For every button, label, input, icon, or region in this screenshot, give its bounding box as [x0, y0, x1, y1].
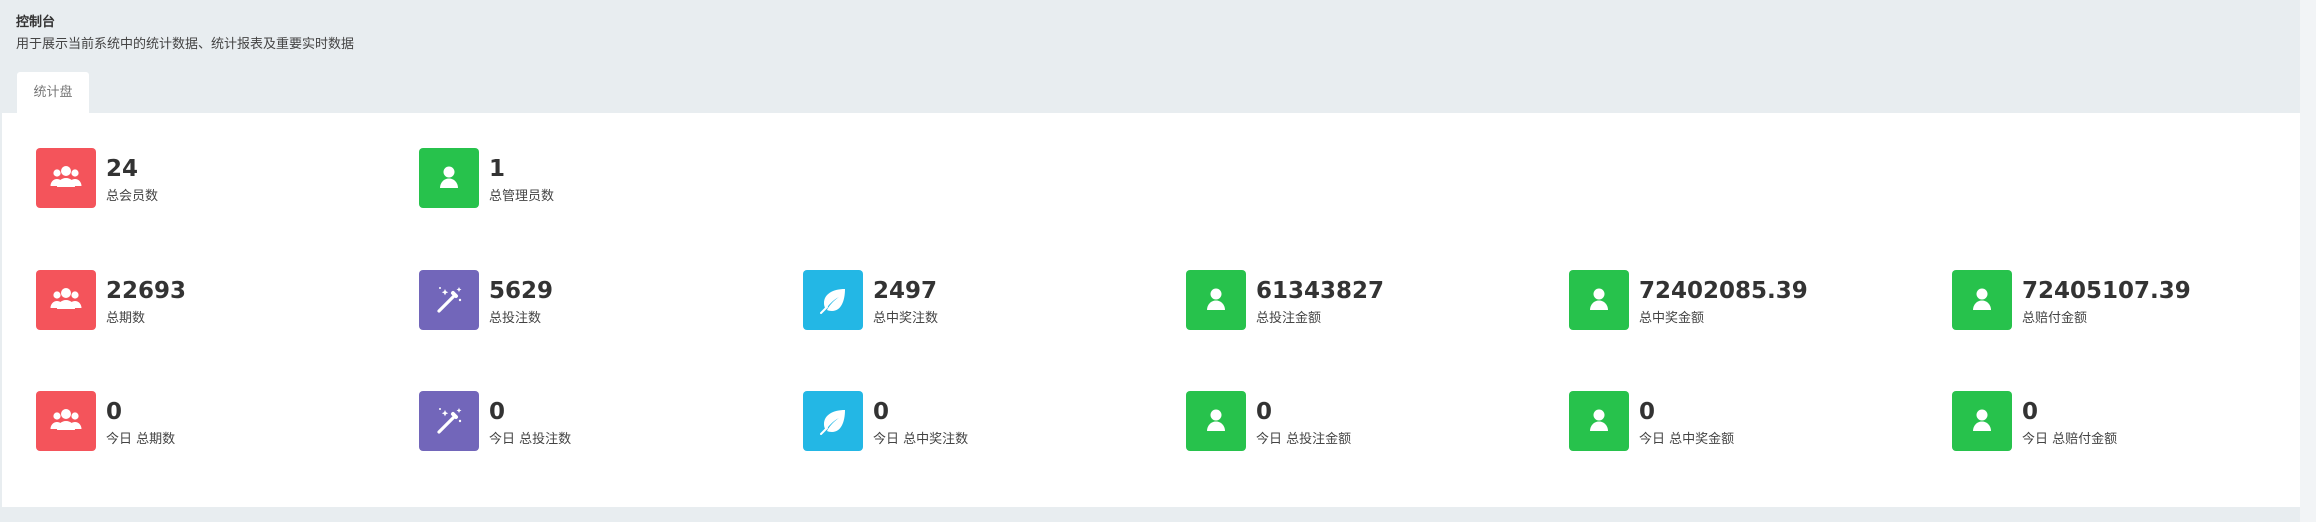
magic-wand-icon [437, 287, 462, 313]
stat-value: 0 [489, 399, 506, 425]
stat-value: 61343827 [1256, 278, 1385, 304]
stat-label: 今日 总赔付金额 [2022, 432, 2118, 447]
stat-value: 0 [873, 399, 890, 425]
stat-label: 总会员数 [106, 189, 159, 204]
stat-icon-box [1186, 270, 1246, 330]
stat-value: 22693 [106, 278, 187, 304]
user-icon [440, 166, 458, 188]
stat-icon-box [1186, 391, 1246, 451]
stat-icon-box [1952, 391, 2012, 451]
stat-icon-box [419, 391, 479, 451]
stat-value: 0 [106, 399, 123, 425]
page-title: 控制台 [16, 15, 56, 30]
users-icon [50, 166, 82, 187]
users-icon [50, 409, 82, 430]
leaf-icon [820, 410, 845, 435]
stat-icon-box [419, 148, 479, 208]
stat-label: 今日 总中奖注数 [873, 432, 969, 447]
user-icon [1590, 288, 1608, 310]
stat-label: 总赔付金额 [2022, 311, 2088, 326]
user-icon [1590, 409, 1608, 431]
stat-value: 1 [489, 156, 506, 182]
stat-value: 2497 [873, 278, 938, 304]
page-header: 控制台 用于展示当前系统中的统计数据、统计报表及重要实时数据 [16, 14, 354, 54]
user-icon [1973, 409, 1991, 431]
stat-label: 今日 总中奖金额 [1639, 432, 1735, 447]
stat-icon-box [36, 391, 96, 451]
stat-value: 0 [1639, 399, 1656, 425]
tab-dashboard[interactable]: 统计盘 [17, 72, 89, 113]
stat-label: 总期数 [106, 311, 146, 326]
stat-value: 24 [106, 156, 139, 182]
stat-label: 总中奖金额 [1639, 311, 1705, 326]
stat-label: 总投注数 [489, 311, 542, 326]
stat-icon-box [1952, 270, 2012, 330]
stat-label: 总投注金额 [1256, 311, 1322, 326]
stat-label: 今日 总投注数 [489, 432, 572, 447]
stat-value: 72405107.39 [2022, 278, 2191, 304]
stat-value: 5629 [489, 278, 554, 304]
stat-icon-box [419, 270, 479, 330]
stat-icon-box [803, 391, 863, 451]
magic-wand-icon [437, 408, 462, 434]
right-scroll-gutter [2300, 0, 2316, 522]
stat-icon-box [803, 270, 863, 330]
stat-label: 总中奖注数 [873, 311, 939, 326]
user-icon [1207, 288, 1225, 310]
stat-icon-box [1569, 270, 1629, 330]
stat-label: 总管理员数 [489, 189, 555, 204]
user-icon [1207, 409, 1225, 431]
stat-value: 0 [2022, 399, 2039, 425]
stat-icon-box [36, 148, 96, 208]
stats-panel: 24 总会员数 1 总管理员数 22693 总期数 5629 总投注数 2497… [2, 113, 2300, 507]
users-icon [50, 288, 82, 309]
stat-icon-box [36, 270, 96, 330]
stat-value: 0 [1256, 399, 1273, 425]
leaf-icon [820, 289, 845, 314]
user-icon [1973, 288, 1991, 310]
stat-label: 今日 总投注金额 [1256, 432, 1352, 447]
stat-icon-box [1569, 391, 1629, 451]
stat-label: 今日 总期数 [106, 432, 176, 447]
page-description: 用于展示当前系统中的统计数据、统计报表及重要实时数据 [16, 37, 355, 52]
stat-value: 72402085.39 [1639, 278, 1808, 304]
